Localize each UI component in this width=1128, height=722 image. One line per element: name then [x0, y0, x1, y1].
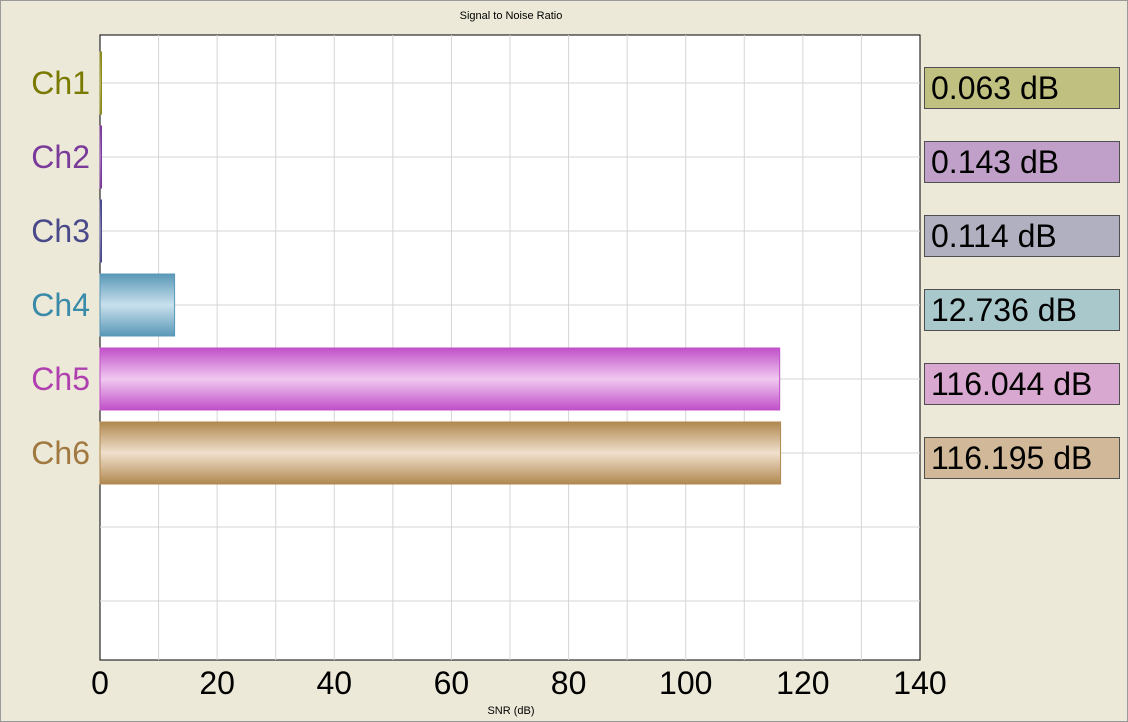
x-tick-label: 100 [659, 665, 712, 701]
x-tick-label: 20 [199, 665, 235, 701]
category-label-ch2: Ch2 [31, 139, 90, 175]
bar-ch4 [99, 273, 176, 337]
bar-ch5 [99, 347, 781, 411]
x-tick-label: 60 [434, 665, 470, 701]
value-label-ch5: 116.044 dB [924, 363, 1120, 405]
x-tick-label: 120 [776, 665, 829, 701]
bar-ch2 [99, 125, 102, 189]
x-tick-label: 0 [91, 665, 109, 701]
value-label-ch2: 0.143 dB [924, 141, 1120, 183]
value-label-ch3: 0.114 dB [924, 215, 1120, 257]
category-label-ch4: Ch4 [31, 287, 90, 323]
category-label-ch3: Ch3 [31, 213, 90, 249]
value-label-ch1: 0.063 dB [924, 67, 1120, 109]
value-label-ch6: 116.195 dB [924, 437, 1120, 479]
x-tick-label: 140 [893, 665, 946, 701]
x-tick-label: 40 [316, 665, 352, 701]
category-label-ch1: Ch1 [31, 65, 90, 101]
category-label-ch6: Ch6 [31, 435, 90, 471]
category-label-ch5: Ch5 [31, 361, 90, 397]
bar-ch1 [99, 51, 102, 115]
value-label-ch4: 12.736 dB [924, 289, 1120, 331]
bar-ch6 [99, 421, 782, 485]
bar-ch3 [99, 199, 102, 263]
x-tick-label: 80 [551, 665, 587, 701]
